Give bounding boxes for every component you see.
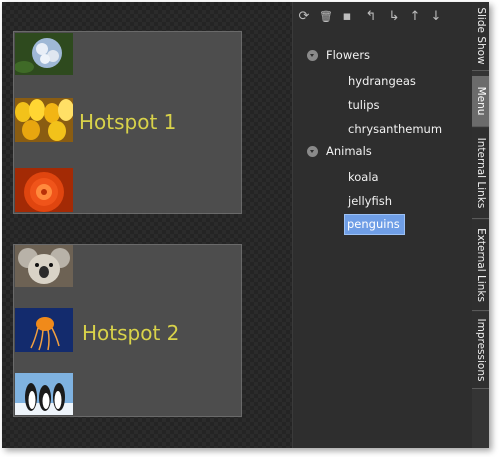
tab-menu[interactable]: Menu xyxy=(472,76,489,127)
tab-internal-links[interactable]: Internal Links xyxy=(472,128,489,219)
move-down-icon[interactable]: ↓ xyxy=(428,8,444,26)
hydrangeas-thumb[interactable] xyxy=(15,33,73,75)
move-up-icon[interactable]: ↑ xyxy=(407,8,423,26)
hotspot-2[interactable]: Hotspot 2 xyxy=(13,244,242,417)
tab-external-links[interactable]: External Links xyxy=(472,220,489,311)
tab-label: Menu xyxy=(474,86,487,116)
hotspot-2-label: Hotspot 2 xyxy=(82,321,180,345)
tree-item-jellyfish[interactable]: jellyfish xyxy=(307,190,467,214)
tree-item-koala[interactable]: koala xyxy=(307,166,467,190)
tab-label: External Links xyxy=(474,228,487,302)
menu-toolbar: ⟳ 🗑 ▪ ↰ ↳ ↑ ↓ xyxy=(293,8,473,28)
tab-label: Internal Links xyxy=(474,137,487,209)
tree-item-label: hydrangeas xyxy=(348,74,416,88)
hotspot-1-label: Hotspot 1 xyxy=(79,110,177,134)
tree-item-tulips[interactable]: tulips xyxy=(307,94,467,118)
penguins-thumb[interactable] xyxy=(15,373,73,415)
tulips-thumb[interactable] xyxy=(15,98,73,142)
refresh-icon[interactable]: ⟳ xyxy=(296,8,312,26)
indent-right-icon[interactable]: ↳ xyxy=(386,8,402,26)
tab-slide-show[interactable]: Slide Show xyxy=(472,2,489,71)
tree-item-chrysanthemum[interactable]: chrysanthemum xyxy=(307,118,467,142)
indent-left-icon[interactable]: ↰ xyxy=(363,8,379,26)
tree-item-label: chrysanthemum xyxy=(348,122,443,136)
collapse-toggle-icon[interactable] xyxy=(307,146,318,157)
tree-group-label: Flowers xyxy=(326,48,371,62)
collapse-toggle-icon[interactable] xyxy=(307,50,318,61)
canvas-area[interactable]: Hotspot 1 Hotspot 2 xyxy=(2,2,292,448)
tree-item-label: penguins xyxy=(344,214,405,235)
tree-group-animals[interactable]: Animals xyxy=(307,142,467,166)
jellyfish-thumb[interactable] xyxy=(15,308,73,352)
tab-impressions[interactable]: Impressions xyxy=(472,312,489,389)
tree-group-flowers[interactable]: Flowers xyxy=(307,46,467,70)
tree-item-label: tulips xyxy=(348,98,380,112)
tree-item-penguins[interactable]: penguins xyxy=(307,214,467,238)
hotspot-1[interactable]: Hotspot 1 xyxy=(13,31,242,214)
vertical-tabs: Slide Show Menu Internal Links External … xyxy=(472,2,489,448)
tree-item-label: koala xyxy=(348,170,379,184)
app-window: Hotspot 1 Hotspot 2 ⟳ 🗑 ▪ ↰ ↳ ↑ ↓ Flower… xyxy=(2,2,489,448)
tree-group-label: Animals xyxy=(326,144,372,158)
tab-label: Slide Show xyxy=(474,7,487,65)
tree-item-label: jellyfish xyxy=(348,194,392,208)
menu-tree: Flowers hydrangeas tulips chrysanthemum … xyxy=(307,46,467,238)
chrysanthemum-thumb[interactable] xyxy=(15,168,73,212)
delete-icon[interactable]: 🗑 xyxy=(318,8,334,26)
menu-panel: ⟳ 🗑 ▪ ↰ ↳ ↑ ↓ Flowers hydrangeas tulips … xyxy=(292,2,473,448)
tree-item-hydrangeas[interactable]: hydrangeas xyxy=(307,70,467,94)
save-icon[interactable]: ▪ xyxy=(339,8,355,26)
koala-thumb[interactable] xyxy=(15,245,73,287)
tab-label: Impressions xyxy=(474,318,487,382)
